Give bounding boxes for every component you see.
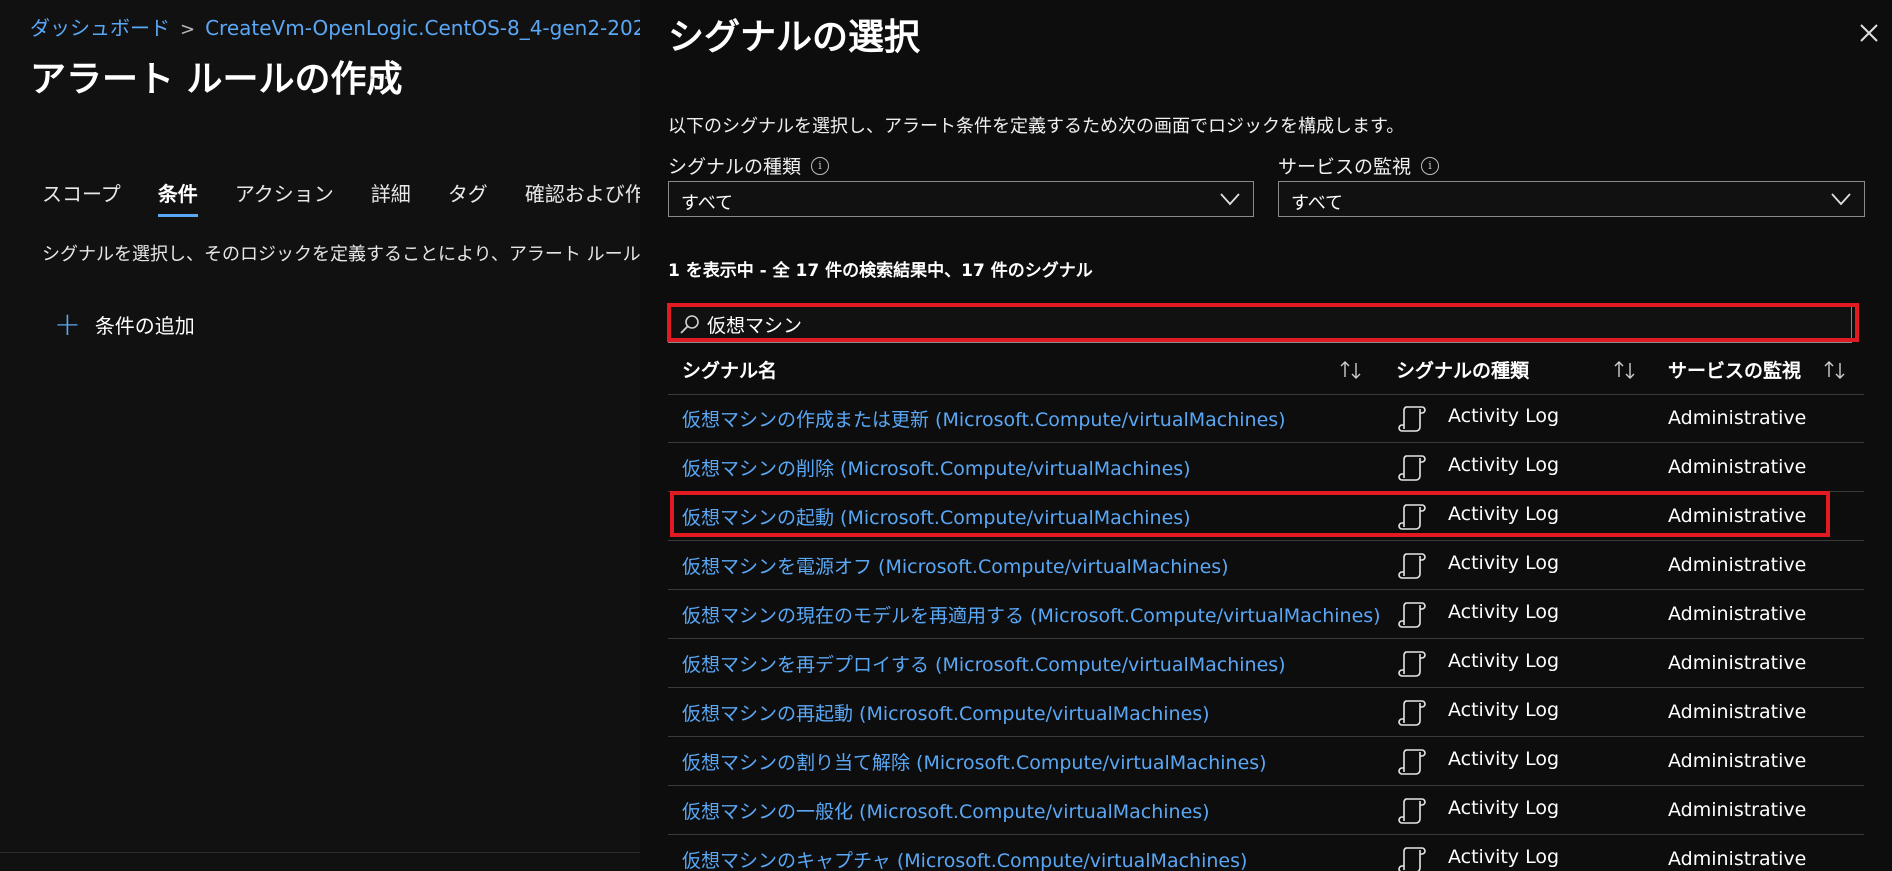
tab-condition[interactable]: 条件 [157,178,198,217]
activity-log-icon [1398,749,1426,775]
divider [0,852,640,853]
panel-title: シグナルの選択 [668,17,921,58]
activity-log-icon [1398,553,1426,579]
signal-type: Activity Log [1448,503,1560,525]
service-value: すべて [1291,193,1344,214]
breadcrumb-dashboard-link[interactable]: ダッシュボード [30,16,170,40]
alert-rule-blade: ダッシュボード > CreateVm-OpenLogic.CentOS-8_4-ge… [0,0,640,871]
activity-log-icon [1398,602,1426,628]
signal-type: Activity Log [1448,601,1560,623]
activity-log-icon [1398,455,1426,481]
close-button[interactable] [1854,18,1884,48]
table-row[interactable]: 仮想マシンの作成または更新 (Microsoft.Compute/virtual… [668,394,1864,443]
activity-log-icon [1398,798,1426,824]
service-label-text: サービスの監視 [1278,156,1412,178]
chevron-down-icon [1220,193,1240,206]
search-icon [680,315,699,334]
plus-icon: + [54,305,81,343]
table-row[interactable]: 仮想マシンの再起動 (Microsoft.Compute/virtualMach… [668,688,1864,737]
table-row[interactable]: 仮想マシンのキャプチャ (Microsoft.Compute/virtualMa… [668,835,1864,871]
sort-icon[interactable] [1338,360,1364,380]
tab-details[interactable]: 詳細 [371,178,411,217]
breadcrumb-vm-link[interactable]: CreateVm-OpenLogic.CentOS-8_4-gen2-20220… [205,16,640,40]
add-condition-label: 条件の追加 [94,313,195,338]
app-root: ダッシュボード > CreateVm-OpenLogic.CentOS-8_4-ge… [0,0,1892,871]
column-header-signal-name[interactable]: シグナル名 [682,356,777,383]
select-signal-panel: シグナルの選択 以下のシグナルを選択し、アラート条件を定義するため次の画面でロジ… [640,0,1892,871]
chevron-down-icon [1831,193,1851,206]
signal-type: Activity Log [1448,405,1560,427]
tab-review-create[interactable]: 確認および作成 [525,178,640,217]
sort-icon[interactable] [1822,360,1848,380]
signal-name-link[interactable]: 仮想マシンの起動 (Microsoft.Compute/virtualMachi… [682,503,1191,530]
table-row[interactable]: 仮想マシンを電源オフ (Microsoft.Compute/virtualMac… [668,541,1864,590]
signal-name-link[interactable]: 仮想マシンの割り当て解除 (Microsoft.Compute/virtualM… [682,748,1267,775]
signal-type: Activity Log [1448,552,1560,574]
signal-type-label-text: シグナルの種類 [668,156,802,178]
monitor-service: Administrative [1668,701,1807,723]
tab-scope[interactable]: スコープ [42,178,121,217]
add-condition-button[interactable]: + 条件の追加 [54,308,195,340]
service-dropdown[interactable]: すべて [1278,181,1865,217]
signal-type: Activity Log [1448,797,1560,819]
condition-description: シグナルを選択し、そのロジックを定義することにより、アラート ルールをトリガーす… [42,244,640,265]
table-row[interactable]: 仮想マシンの削除 (Microsoft.Compute/virtualMachi… [668,443,1864,492]
breadcrumb: ダッシュボード > CreateVm-OpenLogic.CentOS-8_4-ge… [30,12,640,41]
table-row[interactable]: 仮想マシンの起動 (Microsoft.Compute/virtualMachi… [668,492,1864,541]
table-header: シグナル名 シグナルの種類 サービスの監視 [668,348,1864,395]
signal-name-link[interactable]: 仮想マシンの一般化 (Microsoft.Compute/virtualMach… [682,797,1210,824]
result-count: 1 を表示中 - 全 17 件の検索結果中、17 件のシグナル [668,261,1093,281]
signal-type: Activity Log [1448,454,1560,476]
table-row[interactable]: 仮想マシンの現在のモデルを再適用する (Microsoft.Compute/vi… [668,590,1864,639]
activity-log-icon [1398,406,1426,432]
signal-name-link[interactable]: 仮想マシンの削除 (Microsoft.Compute/virtualMachi… [682,454,1191,481]
table-row[interactable]: 仮想マシンの一般化 (Microsoft.Compute/virtualMach… [668,786,1864,835]
signal-name-link[interactable]: 仮想マシンを電源オフ (Microsoft.Compute/virtualMac… [682,552,1229,579]
activity-log-icon [1398,847,1426,871]
monitor-service: Administrative [1668,799,1807,821]
more-options-icon[interactable]: … [368,60,390,85]
page-title: アラート ルールの作成 [30,59,403,100]
signal-type: Activity Log [1448,846,1560,868]
table-row[interactable]: 仮想マシンを再デプロイする (Microsoft.Compute/virtual… [668,639,1864,688]
signal-type-value: すべて [681,193,734,214]
info-icon[interactable]: i [1421,156,1440,175]
panel-description: 以下のシグナルを選択し、アラート条件を定義するため次の画面でロジックを構成します… [668,116,1405,137]
column-header-service[interactable]: サービスの監視 [1668,356,1801,383]
tab-tags[interactable]: タグ [448,178,488,217]
signal-type: Activity Log [1448,748,1560,770]
search-box [668,305,1852,343]
monitor-service: Administrative [1668,505,1807,527]
signal-type-label: シグナルの種類 i [668,152,830,179]
monitor-service: Administrative [1668,848,1807,870]
close-icon [1860,24,1878,42]
search-input[interactable] [707,311,1827,337]
signal-name-link[interactable]: 仮想マシンの作成または更新 (Microsoft.Compute/virtual… [682,405,1286,432]
activity-log-icon [1398,651,1426,677]
signal-name-link[interactable]: 仮想マシンを再デプロイする (Microsoft.Compute/virtual… [682,650,1286,677]
sort-icon[interactable] [1612,360,1638,380]
signal-table: 仮想マシンの作成または更新 (Microsoft.Compute/virtual… [668,394,1864,871]
signal-name-link[interactable]: 仮想マシンのキャプチャ (Microsoft.Compute/virtualMa… [682,846,1247,871]
signal-name-link[interactable]: 仮想マシンの再起動 (Microsoft.Compute/virtualMach… [682,699,1210,726]
info-icon[interactable]: i [811,156,830,175]
tab-bar: スコープ 条件 アクション 詳細 タグ 確認および作成 [42,178,640,217]
monitor-service: Administrative [1668,652,1807,674]
breadcrumb-separator: > [180,19,196,40]
activity-log-icon [1398,504,1426,530]
signal-name-link[interactable]: 仮想マシンの現在のモデルを再適用する (Microsoft.Compute/vi… [682,601,1381,628]
signal-type-dropdown[interactable]: すべて [668,181,1254,217]
activity-log-icon [1398,700,1426,726]
signal-type: Activity Log [1448,699,1560,721]
column-header-signal-type[interactable]: シグナルの種類 [1396,356,1529,383]
signal-type: Activity Log [1448,650,1560,672]
monitor-service: Administrative [1668,407,1807,429]
service-label: サービスの監視 i [1278,152,1440,179]
tab-action[interactable]: アクション [235,178,334,217]
monitor-service: Administrative [1668,456,1807,478]
monitor-service: Administrative [1668,554,1807,576]
monitor-service: Administrative [1668,750,1807,772]
table-row[interactable]: 仮想マシンの割り当て解除 (Microsoft.Compute/virtualM… [668,737,1864,786]
monitor-service: Administrative [1668,603,1807,625]
